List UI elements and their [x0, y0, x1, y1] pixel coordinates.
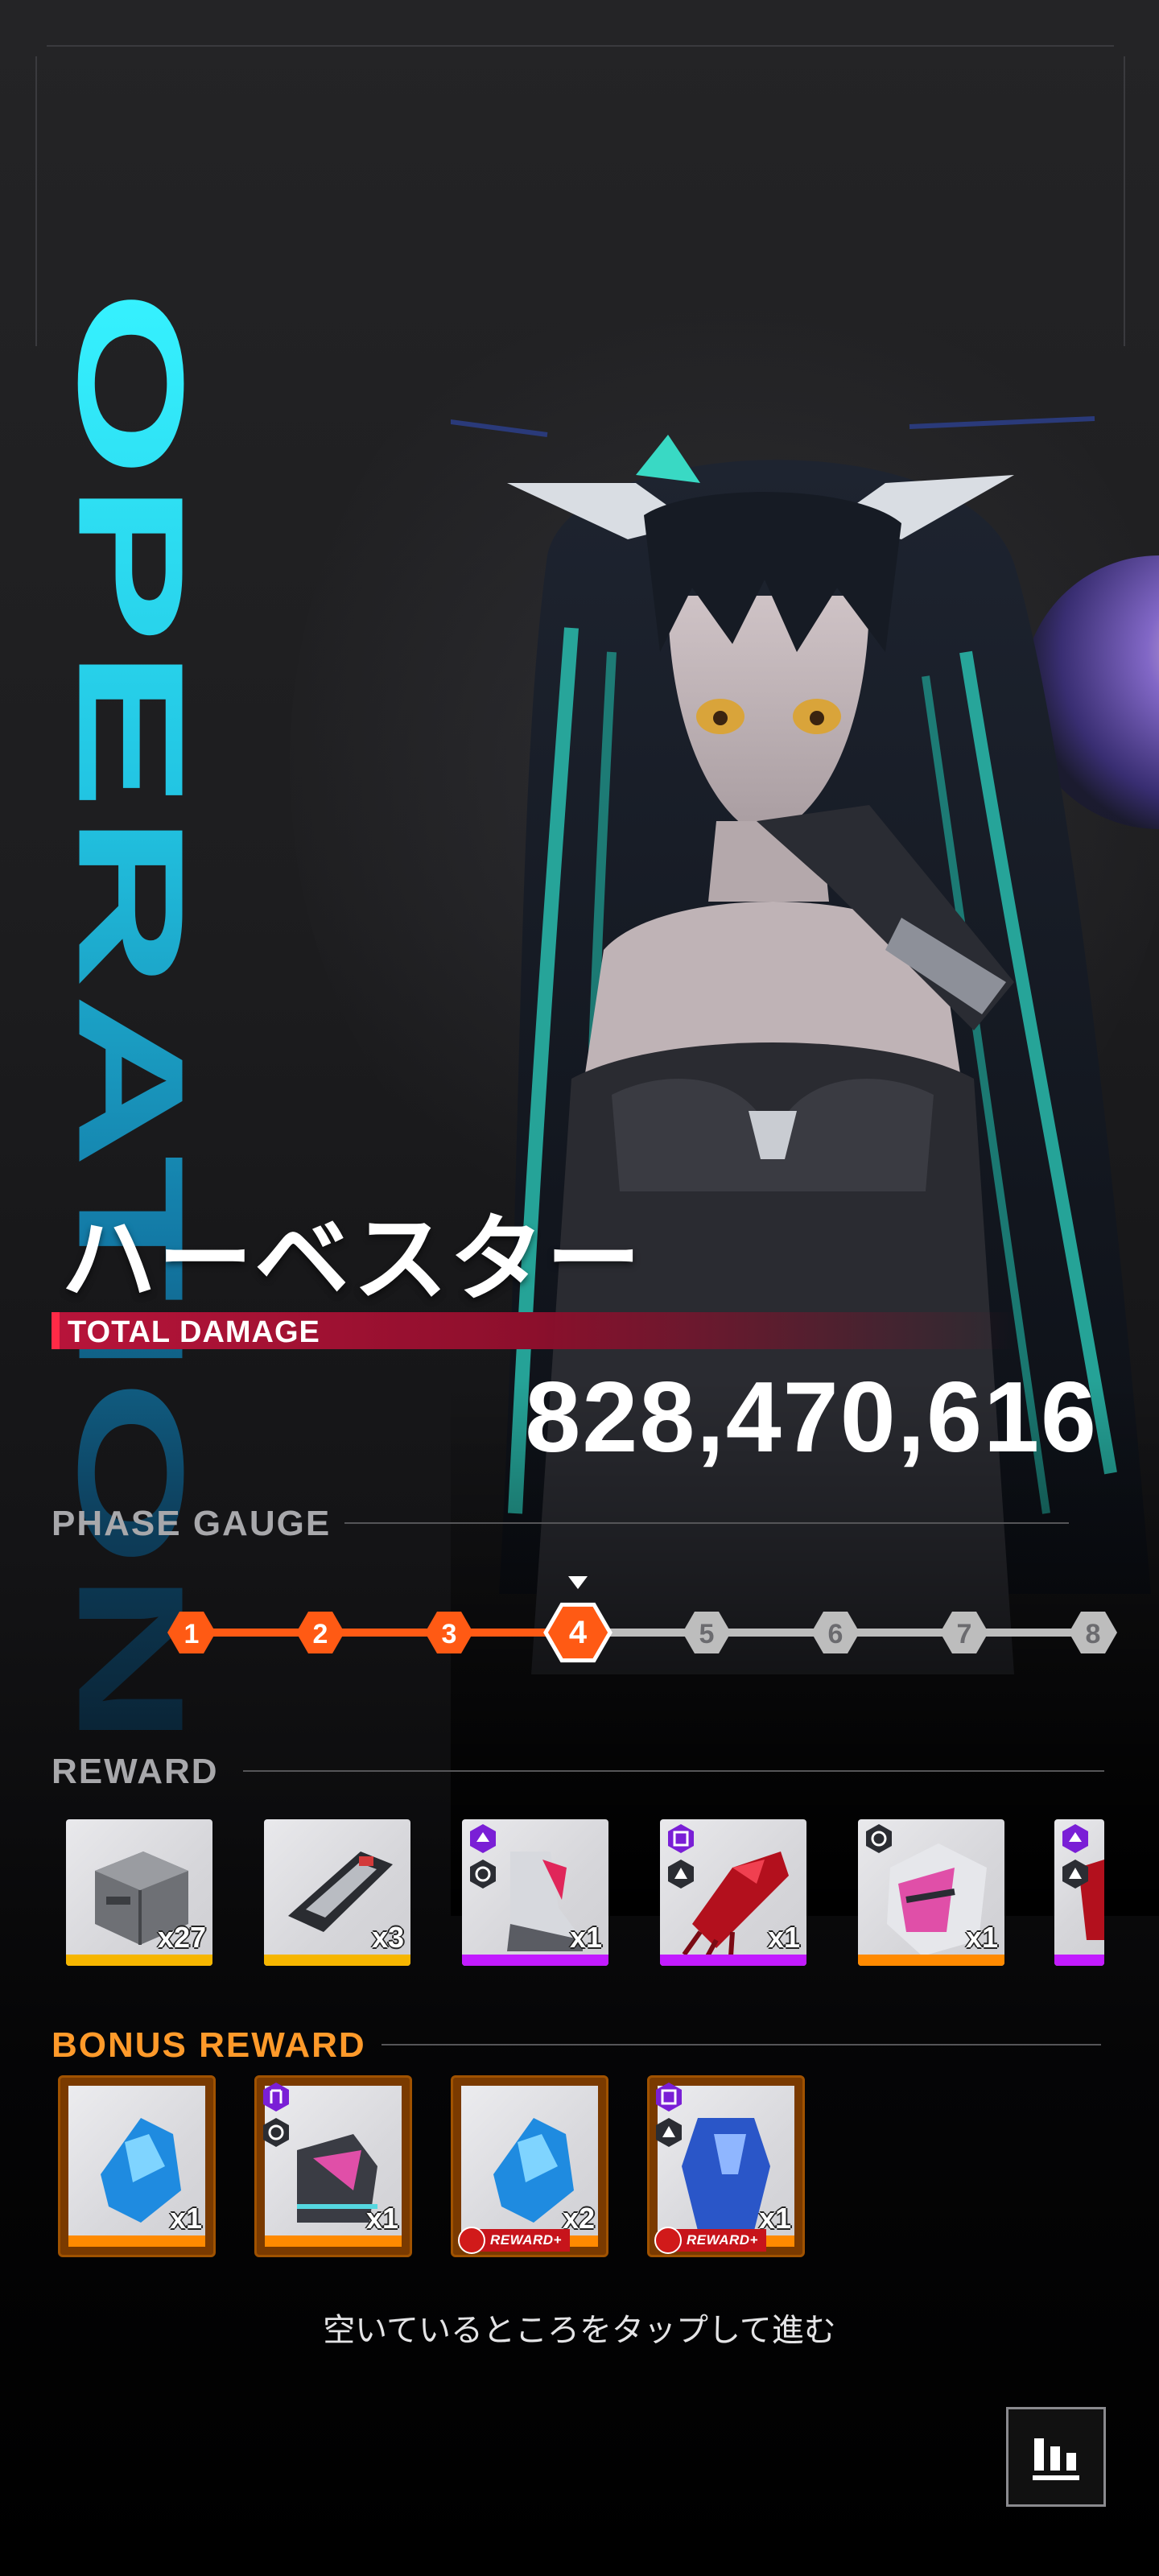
tier-badge-icon [1062, 1824, 1088, 1853]
total-damage-label: TOTAL DAMAGE [68, 1315, 320, 1349]
reward-item[interactable]: x1 [660, 1819, 806, 1966]
class-badge-icon [866, 1824, 892, 1853]
phase-number: 2 [313, 1619, 328, 1649]
bonus-reward-item[interactable]: x2 REWARD+ [451, 2075, 608, 2257]
rarity-stripe [462, 1955, 608, 1966]
bonus-reward-title: BONUS REWARD [52, 2025, 366, 2065]
reward-item[interactable] [1054, 1819, 1104, 1966]
rarity-stripe [66, 1955, 212, 1966]
phase-gauge-rule [344, 1522, 1069, 1524]
frame-top-line [47, 45, 1114, 47]
reward-quantity: x3 [371, 1921, 404, 1954]
damage-stats-button[interactable] [1006, 2407, 1106, 2507]
tap-to-continue-hint[interactable]: 空いているところをタップして進む [0, 2304, 1159, 2351]
phase-number: 1 [184, 1619, 200, 1649]
reward-plus-label: REWARD+ [476, 2229, 570, 2252]
reward-item[interactable]: x27 [66, 1819, 212, 1966]
total-damage-value: 828,470,616 [525, 1362, 1098, 1473]
reward-plus-tag: REWARD+ [654, 2226, 766, 2255]
reward-rule [243, 1770, 1104, 1772]
class-badge-icon [656, 2118, 682, 2147]
reward-quantity: x1 [767, 1921, 800, 1954]
phase-gauge: 1 2 3 4 5 6 7 8 [167, 1576, 1117, 1663]
phase-number: 8 [1086, 1619, 1101, 1649]
result-screen[interactable]: OPERATION ハーベスター TOTAL DAMAGE 828,470,61… [0, 0, 1159, 2576]
bonus-quantity: x1 [169, 2202, 202, 2235]
phase-number: 6 [828, 1619, 843, 1649]
rarity-stripe [68, 2235, 205, 2247]
class-badge-icon [668, 1860, 694, 1889]
total-damage-banner: TOTAL DAMAGE [52, 1312, 1017, 1349]
frame-right-line [1124, 56, 1125, 346]
bonus-reward-item[interactable]: x1 [58, 2075, 216, 2257]
frame-left-line [35, 56, 37, 346]
rarity-stripe [264, 1955, 410, 1966]
reward-title: REWARD [52, 1752, 219, 1791]
phase-number: 3 [442, 1619, 457, 1649]
bonus-reward-item[interactable]: x1 REWARD+ [647, 2075, 805, 2257]
timer-icon [458, 2227, 485, 2254]
rarity-stripe [858, 1955, 1004, 1966]
reward-plus-label: REWARD+ [672, 2229, 766, 2252]
class-badge-icon [1062, 1860, 1088, 1889]
tier-badge-icon [668, 1824, 694, 1853]
class-badge-icon [263, 2118, 289, 2147]
reward-item[interactable]: x1 [462, 1819, 608, 1966]
reward-quantity: x27 [157, 1921, 206, 1954]
reward-quantity: x1 [965, 1921, 998, 1954]
boss-name: ハーベスター [61, 1203, 643, 1315]
tier-badge-icon [263, 2083, 289, 2112]
phase-number: 4 [569, 1615, 588, 1650]
tier-badge-icon [470, 1824, 496, 1853]
timer-icon [654, 2227, 682, 2254]
damage-banner-edge [52, 1312, 60, 1349]
rarity-stripe [265, 2235, 402, 2247]
rarity-stripe [1054, 1955, 1104, 1966]
tier-badge-icon [656, 2083, 682, 2112]
phase-number: 5 [699, 1619, 715, 1649]
bonus-quantity: x1 [365, 2202, 398, 2235]
reward-plus-tag: REWARD+ [458, 2226, 570, 2255]
rarity-stripe [660, 1955, 806, 1966]
reward-item[interactable]: x3 [264, 1819, 410, 1966]
bonus-reward-rule [382, 2044, 1101, 2046]
reward-quantity: x1 [569, 1921, 602, 1954]
current-phase-marker-icon [568, 1576, 588, 1589]
phase-number: 7 [957, 1619, 972, 1649]
class-badge-icon [470, 1860, 496, 1889]
bar-chart-icon [1033, 2438, 1079, 2480]
phase-gauge-title: PHASE GAUGE [52, 1504, 332, 1543]
bonus-reward-item[interactable]: x1 [254, 2075, 412, 2257]
reward-item[interactable]: x1 [858, 1819, 1004, 1966]
